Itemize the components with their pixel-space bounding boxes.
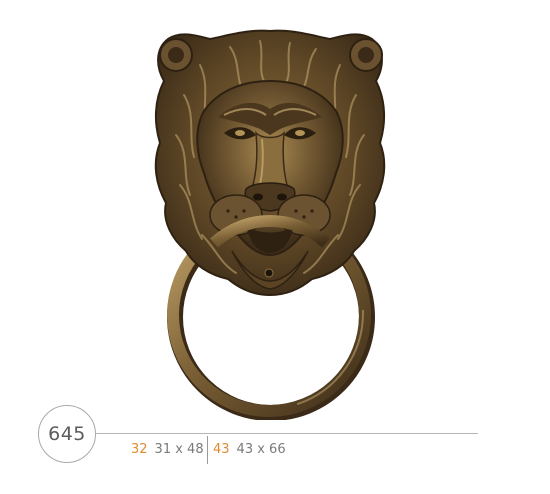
- size-option-2: 43 43 x 66: [213, 442, 286, 457]
- size-divider: [207, 436, 208, 464]
- screw-hole: [264, 268, 274, 278]
- lion-head-ring-pull-image: [154, 29, 386, 420]
- nose-bridge: [251, 131, 289, 190]
- size-dimensions: 31 x 48: [154, 442, 204, 457]
- product-code: 645: [48, 423, 86, 445]
- size-option-1: 32 31 x 48: [131, 442, 204, 457]
- size-code: 32: [131, 442, 148, 457]
- size-dimensions: 43 x 66: [236, 442, 286, 457]
- product-code-badge: 645: [38, 405, 96, 463]
- size-code: 43: [213, 442, 230, 457]
- horizontal-rule: [96, 433, 478, 434]
- catalog-page: 645 32 31 x 48 43 43 x 66: [0, 0, 550, 494]
